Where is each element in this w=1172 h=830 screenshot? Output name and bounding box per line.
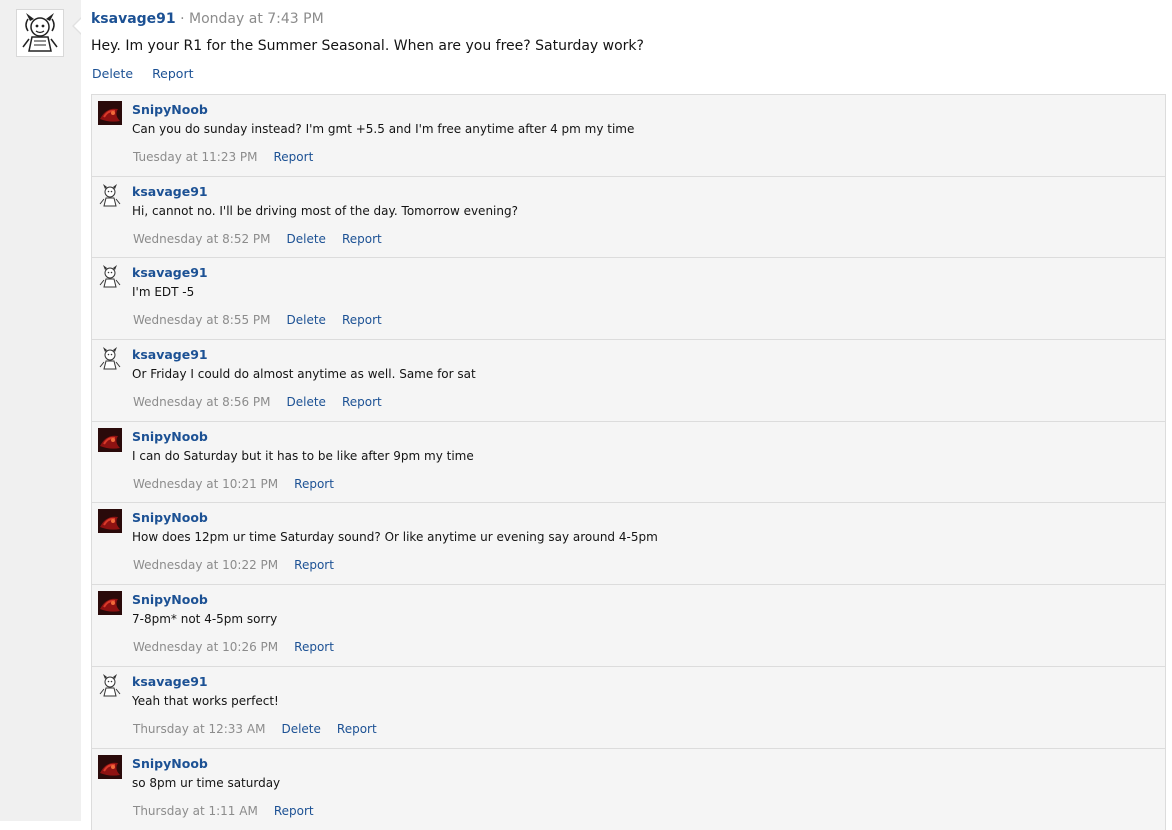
comment-item: SnipyNoob How does 12pm ur time Saturday … [92,503,1165,585]
comment-item: SnipyNoob so 8pm ur time saturday Thursday… [92,749,1165,830]
comment-timestamp[interactable]: Wednesday at 8:56 PM [133,395,271,409]
comment-report-link[interactable]: Report [294,640,334,654]
comment-text: Hi, cannot no. I'll be driving most of t… [132,203,518,219]
comment-timestamp[interactable]: Wednesday at 8:55 PM [133,313,271,327]
snipynoob-avatar[interactable] [98,101,122,125]
comment-meta: Wednesday at 10:21 PM Report [133,476,350,492]
comment-report-link[interactable]: Report [342,313,382,327]
snipynoob-avatar[interactable] [98,428,122,452]
comment-item: ksavage91 I'm EDT -5 Wednesday at 8:55 PM D… [92,258,1165,340]
ksavage91-avatar[interactable] [98,264,122,288]
ksavage91-avatar[interactable] [98,183,122,207]
comment-text: I can do Saturday but it has to be like … [132,448,474,464]
comment-timestamp[interactable]: Tuesday at 11:23 PM [133,150,258,164]
comment-meta: Thursday at 1:11 AM Report [133,803,330,819]
comment-text: 7-8pm* not 4-5pm sorry [132,611,277,627]
post-actions: Delete Report [91,65,1166,83]
comment-author-link[interactable]: ksavage91 [132,347,208,363]
comment-item: SnipyNoob 7-8pm* not 4-5pm sorry Wednesday… [92,585,1165,667]
comment-meta: Thursday at 12:33 AM Delete Report [133,721,393,737]
comment-meta: Wednesday at 8:55 PM Delete Report [133,312,398,328]
ksavage91-avatar[interactable] [98,673,122,697]
comment-meta: Wednesday at 10:22 PM Report [133,557,350,573]
ksavage91-avatar-icon [20,11,60,55]
ksavage91-avatar[interactable] [98,346,122,370]
comment-meta: Wednesday at 8:52 PM Delete Report [133,231,398,247]
comment-text: How does 12pm ur time Saturday sound? Or… [132,529,658,545]
comment-author-link[interactable]: SnipyNoob [132,429,208,445]
comment-report-link[interactable]: Report [342,232,382,246]
comment-report-link[interactable]: Report [294,558,334,572]
comment-meta: Wednesday at 10:26 PM Report [133,639,350,655]
comment-author-link[interactable]: SnipyNoob [132,592,208,608]
left-gutter [0,0,81,821]
comment-delete-link[interactable]: Delete [287,232,326,246]
comment-text: I'm EDT -5 [132,284,194,300]
comment-timestamp[interactable]: Thursday at 12:33 AM [133,722,265,736]
comment-item: ksavage91 Hi, cannot no. I'll be driving … [92,177,1165,259]
snipynoob-avatar[interactable] [98,755,122,779]
post-author-link[interactable]: ksavage91 [91,11,176,27]
comment-author-link[interactable]: SnipyNoob [132,756,208,772]
comment-author-link[interactable]: SnipyNoob [132,510,208,526]
post-delete-link[interactable]: Delete [92,66,133,81]
comment-text: so 8pm ur time saturday [132,775,280,791]
comment-timestamp[interactable]: Wednesday at 8:52 PM [133,232,271,246]
comment-timestamp[interactable]: Wednesday at 10:26 PM [133,640,278,654]
comment-report-link[interactable]: Report [342,395,382,409]
comment-item: SnipyNoob Can you do sunday instead? I'm … [92,95,1165,177]
comment-item: ksavage91 Or Friday I could do almost any… [92,340,1165,422]
post-text: Hey. Im your R1 for the Summer Seasonal.… [91,36,1166,56]
comment-report-link[interactable]: Report [274,150,314,164]
comment-report-link[interactable]: Report [294,477,334,491]
comment-report-link[interactable]: Report [274,804,314,818]
comments-list: SnipyNoob Can you do sunday instead? I'm … [91,94,1166,830]
comment-text: Yeah that works perfect! [132,693,279,709]
comment-text: Can you do sunday instead? I'm gmt +5.5 … [132,121,634,137]
comment-author-link[interactable]: ksavage91 [132,184,208,200]
comment-delete-link[interactable]: Delete [287,395,326,409]
snipynoob-avatar[interactable] [98,509,122,533]
comment-timestamp[interactable]: Thursday at 1:11 AM [133,804,258,818]
comment-delete-link[interactable]: Delete [287,313,326,327]
comment-meta: Tuesday at 11:23 PM Report [133,149,329,165]
post-separator: · [180,11,184,27]
comment-author-link[interactable]: ksavage91 [132,265,208,281]
post-timestamp[interactable]: Monday at 7:43 PM [189,11,324,27]
snipynoob-avatar[interactable] [98,591,122,615]
profile-post: ksavage91 · Monday at 7:43 PM Hey. Im yo… [91,8,1166,83]
comment-item: ksavage91 Yeah that works perfect! Thursda… [92,667,1165,749]
comment-author-link[interactable]: SnipyNoob [132,102,208,118]
comment-author-link[interactable]: ksavage91 [132,674,208,690]
post-header: ksavage91 · Monday at 7:43 PM [91,8,1166,30]
comment-timestamp[interactable]: Wednesday at 10:22 PM [133,558,278,572]
comment-delete-link[interactable]: Delete [281,722,320,736]
post-report-link[interactable]: Report [152,66,193,81]
comment-timestamp[interactable]: Wednesday at 10:21 PM [133,477,278,491]
comment-text: Or Friday I could do almost anytime as w… [132,366,476,382]
comment-meta: Wednesday at 8:56 PM Delete Report [133,394,398,410]
ksavage91-avatar[interactable] [16,9,64,57]
comment-report-link[interactable]: Report [337,722,377,736]
comment-item: SnipyNoob I can do Saturday but it has to… [92,422,1165,504]
